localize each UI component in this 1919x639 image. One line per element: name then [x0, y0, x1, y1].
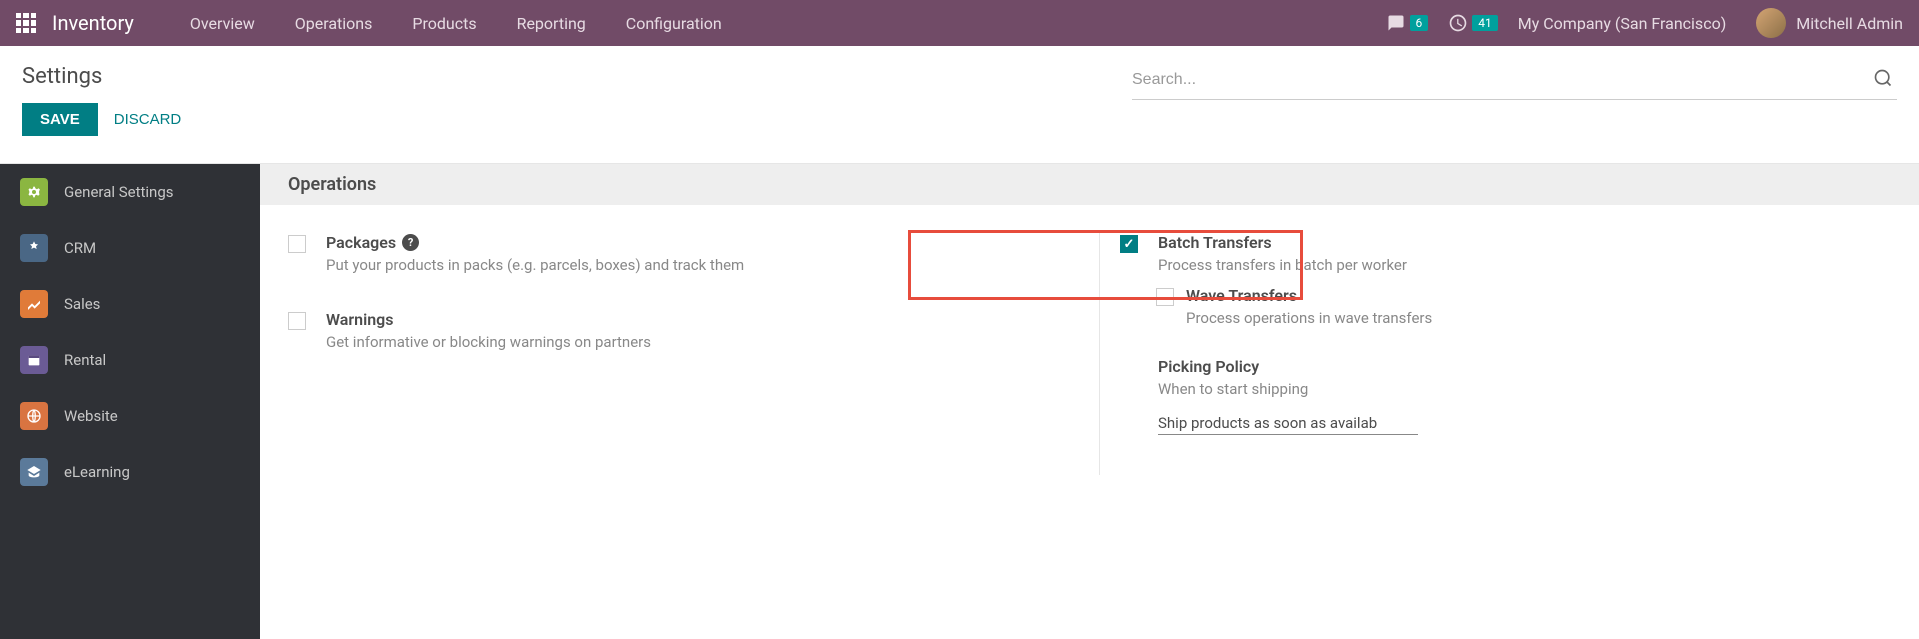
- sidebar-item-label: CRM: [64, 239, 96, 257]
- search-icon: [1873, 68, 1893, 88]
- sidebar-item-label: Sales: [64, 295, 100, 313]
- sidebar-item-general-settings[interactable]: General Settings: [0, 164, 260, 220]
- activities-badge: 41: [1472, 15, 1498, 31]
- graduation-icon: [20, 458, 48, 486]
- apps-icon[interactable]: [16, 13, 36, 33]
- main: General Settings CRM Sales Rental Websit…: [0, 163, 1919, 639]
- setting-body: Warnings Get informative or blocking war…: [326, 310, 1059, 351]
- sidebar-item-website[interactable]: Website: [0, 388, 260, 444]
- sidebar-item-label: eLearning: [64, 463, 130, 481]
- topbar: Inventory Overview Operations Products R…: [0, 0, 1919, 46]
- sidebar-item-crm[interactable]: CRM: [0, 220, 260, 276]
- setting-desc: Process transfers in batch per worker: [1158, 256, 1891, 274]
- checkbox-warnings[interactable]: [288, 312, 306, 330]
- nav-overview[interactable]: Overview: [170, 0, 275, 46]
- setting-title: Batch Transfers: [1158, 233, 1891, 252]
- sidebar-item-label: Website: [64, 407, 118, 425]
- user-name: Mitchell Admin: [1796, 14, 1903, 33]
- setting-desc: When to start shipping: [1158, 380, 1891, 398]
- button-row: SAVE DISCARD: [22, 103, 181, 136]
- setting-desc: Get informative or blocking warnings on …: [326, 333, 1059, 351]
- setting-title: Packages ?: [326, 233, 1059, 252]
- search-button[interactable]: [1869, 64, 1897, 95]
- setting-desc: Put your products in packs (e.g. parcels…: [326, 256, 1059, 274]
- setting-title: Picking Policy: [1158, 357, 1891, 376]
- discard-button[interactable]: DISCARD: [114, 111, 182, 128]
- controls-left: Settings SAVE DISCARD: [22, 64, 181, 136]
- setting-wave-transfers: Wave Transfers Process operations in wav…: [1156, 286, 1891, 327]
- settings-sidebar: General Settings CRM Sales Rental Websit…: [0, 164, 260, 639]
- nav-configuration[interactable]: Configuration: [606, 0, 742, 46]
- setting-title: Wave Transfers: [1186, 286, 1891, 305]
- setting-body: Packages ? Put your products in packs (e…: [326, 233, 1059, 274]
- brand-title[interactable]: Inventory: [52, 11, 134, 35]
- sidebar-item-label: Rental: [64, 351, 106, 369]
- setting-desc: Process operations in wave transfers: [1186, 309, 1891, 327]
- setting-batch-transfers: Batch Transfers Process transfers in bat…: [1120, 233, 1891, 274]
- setting-body: Wave Transfers Process operations in wav…: [1186, 286, 1891, 327]
- nav-reporting[interactable]: Reporting: [497, 0, 606, 46]
- globe-icon: [20, 402, 48, 430]
- help-icon[interactable]: ?: [402, 234, 419, 251]
- sidebar-item-label: General Settings: [64, 183, 174, 201]
- save-button[interactable]: SAVE: [22, 103, 98, 136]
- search-input[interactable]: [1132, 71, 1869, 89]
- nav-operations[interactable]: Operations: [275, 0, 393, 46]
- setting-packages: Packages ? Put your products in packs (e…: [288, 233, 1059, 274]
- checkbox-packages[interactable]: [288, 235, 306, 253]
- page-title: Settings: [22, 64, 181, 89]
- setting-body: Picking Policy When to start shipping Sh…: [1158, 357, 1891, 439]
- activities-button[interactable]: 41: [1448, 13, 1498, 33]
- topbar-right: 6 41 My Company (San Francisco) Mitchell…: [1386, 8, 1904, 38]
- avatar: [1756, 8, 1786, 38]
- calendar-icon: [20, 346, 48, 374]
- sidebar-item-rental[interactable]: Rental: [0, 332, 260, 388]
- company-switcher[interactable]: My Company (San Francisco): [1518, 14, 1727, 33]
- settings-col-right: Batch Transfers Process transfers in bat…: [1099, 233, 1891, 475]
- sidebar-item-elearning[interactable]: eLearning: [0, 444, 260, 500]
- picking-policy-select[interactable]: Ship products as soon as availab: [1158, 412, 1418, 435]
- gear-icon: [20, 178, 48, 206]
- controls-bar: Settings SAVE DISCARD: [0, 46, 1919, 136]
- checkbox-batch-transfers[interactable]: [1120, 235, 1138, 253]
- user-menu[interactable]: Mitchell Admin: [1746, 8, 1903, 38]
- checkbox-wave-transfers[interactable]: [1156, 288, 1174, 306]
- setting-title-text: Packages: [326, 233, 396, 252]
- settings-content: Operations Packages ? Put your products …: [260, 164, 1919, 639]
- chat-icon: [1386, 14, 1406, 32]
- setting-warnings: Warnings Get informative or blocking war…: [288, 310, 1059, 351]
- setting-body: Batch Transfers Process transfers in bat…: [1158, 233, 1891, 274]
- handshake-icon: [20, 234, 48, 262]
- search-area: [1132, 64, 1897, 100]
- nav-products[interactable]: Products: [392, 0, 496, 46]
- settings-col-left: Packages ? Put your products in packs (e…: [288, 233, 1099, 475]
- setting-picking-policy: Picking Policy When to start shipping Sh…: [1120, 357, 1891, 439]
- section-header-operations: Operations: [260, 164, 1919, 205]
- chart-icon: [20, 290, 48, 318]
- setting-title: Warnings: [326, 310, 1059, 329]
- sidebar-item-sales[interactable]: Sales: [0, 276, 260, 332]
- messages-badge: 6: [1410, 15, 1429, 31]
- clock-icon: [1448, 13, 1468, 33]
- settings-grid: Packages ? Put your products in packs (e…: [260, 205, 1919, 475]
- messages-button[interactable]: 6: [1386, 14, 1429, 32]
- topbar-left: Inventory Overview Operations Products R…: [16, 0, 742, 46]
